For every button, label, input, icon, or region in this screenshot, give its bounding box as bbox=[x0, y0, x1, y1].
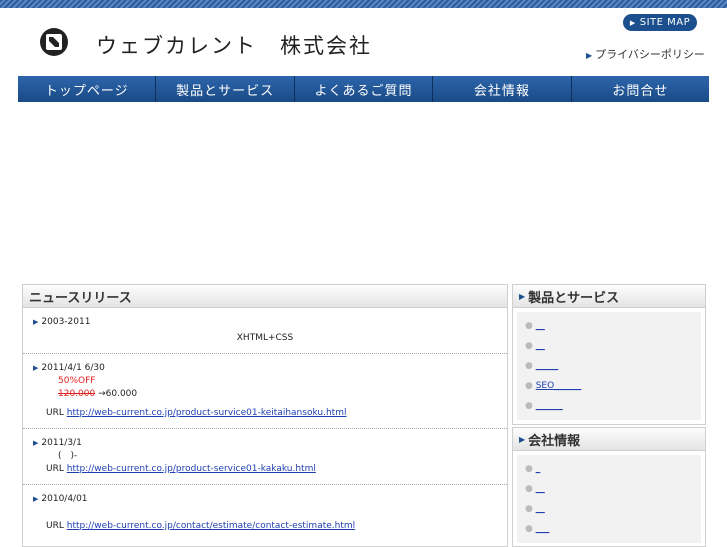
company-panel-title: ▶ 会社情報 bbox=[513, 428, 705, 451]
privacy-policy-link[interactable]: ▶ プライバシーポリシー bbox=[586, 46, 705, 62]
top-stripe bbox=[0, 0, 727, 8]
sitemap-button[interactable]: ▶ SITE MAP bbox=[623, 14, 697, 31]
company-list: ● _ ● __ ● __ ● ___ bbox=[517, 455, 701, 543]
news-release-panel: ニュースリリース ▶ 2003-2011 XHTML+CSS ▶ 2011/4/1 … bbox=[22, 284, 508, 547]
products-list: ● __ ● __ ● _____ ● SEO______ ● ______ bbox=[517, 312, 701, 420]
list-item: ● ___ bbox=[525, 519, 693, 539]
news-entry: ▶ 2011/4/1 6/30 50%OFF 120.000 →60.000 UR… bbox=[23, 354, 507, 429]
triangle-right-icon: ▶ bbox=[33, 318, 39, 326]
new-price: →60.000 bbox=[98, 389, 138, 399]
company-link[interactable]: __ bbox=[536, 499, 550, 519]
company-link[interactable]: ___ bbox=[536, 519, 550, 539]
triangle-right-icon: ▶ bbox=[33, 439, 39, 447]
url-label: URL bbox=[46, 521, 64, 531]
product-link[interactable]: SEO______ bbox=[536, 376, 581, 396]
product-link[interactable]: _____ bbox=[536, 356, 559, 376]
products-side-panel: ▶ 製品とサービス ● __ ● __ ● _____ ● SEO______ ●… bbox=[512, 284, 706, 425]
triangle-right-icon: ▶ bbox=[586, 51, 593, 60]
company-name[interactable]: ウェブカレント 株式会社 bbox=[96, 30, 372, 60]
list-item: ● __ bbox=[525, 336, 693, 356]
company-side-panel: ▶ 会社情報 ● _ ● __ ● __ ● ___ bbox=[512, 427, 706, 547]
news-entry: ▶ 2003-2011 XHTML+CSS bbox=[23, 308, 507, 354]
company-link[interactable]: _ bbox=[536, 459, 550, 479]
triangle-right-icon: ▶ bbox=[33, 364, 39, 372]
url-label: URL bbox=[46, 464, 64, 474]
news-date: 2003-2011 bbox=[41, 317, 91, 327]
url-label: URL bbox=[46, 408, 64, 418]
company-logo-icon[interactable] bbox=[40, 28, 68, 56]
news-entry: ▶ 2010/4/01 URL http://web-current.co.jp/… bbox=[23, 485, 507, 541]
list-item: ● __ bbox=[525, 499, 693, 519]
news-note: ( )- bbox=[58, 451, 78, 461]
main-nav: トップページ 製品とサービス よくあるご質問 会社情報 お問合せ bbox=[18, 76, 710, 102]
company-title-label: 会社情報 bbox=[528, 433, 581, 449]
company-link[interactable]: __ bbox=[536, 479, 550, 499]
news-date: 2011/4/1 6/30 bbox=[41, 363, 105, 373]
news-date: 2010/4/01 bbox=[41, 494, 88, 504]
triangle-right-icon: ▶ bbox=[519, 291, 526, 301]
nav-item-company[interactable]: 会社情報 bbox=[432, 76, 571, 102]
nav-item-contact[interactable]: お問合せ bbox=[570, 76, 710, 102]
list-item: ● SEO______ bbox=[525, 376, 693, 396]
nav-item-products[interactable]: 製品とサービス bbox=[155, 76, 294, 102]
news-link[interactable]: http://web-current.co.jp/product-survice… bbox=[67, 408, 347, 418]
news-text: XHTML+CSS bbox=[236, 333, 294, 343]
old-price: 120.000 bbox=[58, 389, 96, 399]
list-item: ● __ bbox=[525, 316, 693, 336]
list-item: ● _____ bbox=[525, 356, 693, 376]
products-panel-title: ▶ 製品とサービス bbox=[513, 285, 705, 308]
product-link[interactable]: __ bbox=[536, 316, 550, 336]
privacy-policy-label: プライバシーポリシー bbox=[595, 48, 705, 61]
list-item: ● __ bbox=[525, 479, 693, 499]
news-link[interactable]: http://web-current.co.jp/product-service… bbox=[67, 464, 316, 474]
list-item: ● _ bbox=[525, 459, 693, 479]
triangle-right-icon: ▶ bbox=[629, 18, 636, 27]
triangle-right-icon: ▶ bbox=[33, 495, 39, 503]
discount-text: 50%OFF bbox=[58, 376, 96, 386]
triangle-right-icon: ▶ bbox=[519, 434, 526, 444]
product-link[interactable]: __ bbox=[536, 336, 550, 356]
sitemap-label: SITE MAP bbox=[639, 17, 691, 28]
products-title-label: 製品とサービス bbox=[528, 290, 620, 306]
news-entry: ▶ 2011/3/1 ( )- URL http://web-current.co… bbox=[23, 429, 507, 485]
news-link[interactable]: http://web-current.co.jp/contact/estimat… bbox=[67, 521, 355, 531]
product-link[interactable]: ______ bbox=[536, 396, 563, 416]
news-panel-title: ニュースリリース bbox=[23, 285, 507, 308]
nav-item-faq[interactable]: よくあるご質問 bbox=[293, 76, 433, 102]
nav-item-top[interactable]: トップページ bbox=[18, 76, 156, 102]
news-date: 2011/3/1 bbox=[41, 438, 82, 448]
list-item: ● ______ bbox=[525, 396, 693, 416]
